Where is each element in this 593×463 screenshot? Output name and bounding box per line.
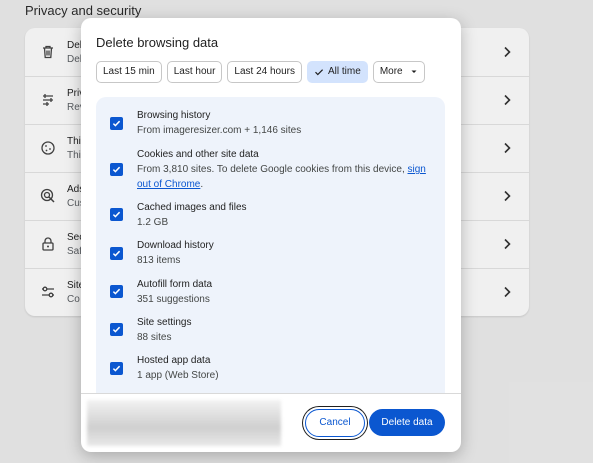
check-icon	[112, 120, 121, 127]
chip-label: Last hour	[173, 66, 216, 77]
checkmark-icon	[315, 69, 324, 76]
item-label: Cached images and files	[137, 202, 247, 213]
item-label: Browsing history	[137, 110, 211, 121]
data-type-list: Browsing history From imageresizer.com +…	[96, 97, 445, 393]
chip-label: All time	[328, 66, 361, 77]
caret-down-icon	[411, 70, 417, 73]
item-description: 351 suggestions	[137, 294, 210, 305]
chip-all-time[interactable]: All time	[307, 61, 368, 83]
check-icon	[112, 250, 121, 257]
time-range-chips: Last 15 min Last hour Last 24 hours All …	[96, 61, 425, 83]
more-dropdown[interactable]: More	[372, 61, 425, 83]
item-description: From imageresizer.com + 1,146 sites	[137, 125, 302, 136]
check-icon	[112, 166, 121, 173]
chip-last-15-min[interactable]: Last 15 min	[96, 61, 162, 83]
delete-browsing-data-dialog: Delete browsing data Last 15 min Last ho…	[81, 18, 461, 452]
chip-last-hour[interactable]: Last hour	[166, 61, 223, 83]
chip-last-24-hours[interactable]: Last 24 hours	[227, 61, 303, 83]
item-description: 1.2 GB	[137, 217, 169, 228]
description-end: .	[200, 179, 204, 190]
dialog-title: Delete browsing data	[96, 35, 219, 50]
item-label: Autofill form data	[137, 279, 213, 290]
item-label: Site settings	[137, 317, 192, 328]
item-label: Hosted app data	[137, 355, 211, 366]
cookies-checkbox[interactable]	[110, 163, 123, 176]
item-description: 813 items	[137, 255, 181, 266]
download-history-checkbox[interactable]	[110, 247, 123, 260]
chip-label: Last 24 hours	[234, 66, 296, 77]
browsing-history-checkbox[interactable]	[110, 117, 123, 130]
item-label: Cookies and other site data	[137, 149, 259, 160]
footer-divider	[81, 393, 461, 394]
check-icon	[112, 365, 121, 372]
description-text: From 3,810 sites. To delete Google cooki…	[137, 164, 408, 175]
check-icon	[112, 288, 121, 295]
autofill-checkbox[interactable]	[110, 285, 123, 298]
check-icon	[112, 326, 121, 333]
hosted-app-data-checkbox[interactable]	[110, 362, 123, 375]
delete-data-button[interactable]: Delete data	[369, 409, 445, 436]
item-label: Download history	[137, 240, 214, 251]
item-description: 88 sites	[137, 332, 172, 343]
item-description: From 3,810 sites. To delete Google cooki…	[137, 162, 437, 192]
more-label: More	[379, 66, 403, 77]
cached-images-checkbox[interactable]	[110, 208, 123, 221]
cancel-button[interactable]: Cancel	[305, 409, 365, 437]
item-description: 1 app (Web Store)	[137, 370, 219, 381]
site-settings-checkbox[interactable]	[110, 323, 123, 336]
check-icon	[112, 211, 121, 218]
chip-label: Last 15 min	[103, 66, 155, 77]
blurred-account-info	[87, 400, 281, 446]
